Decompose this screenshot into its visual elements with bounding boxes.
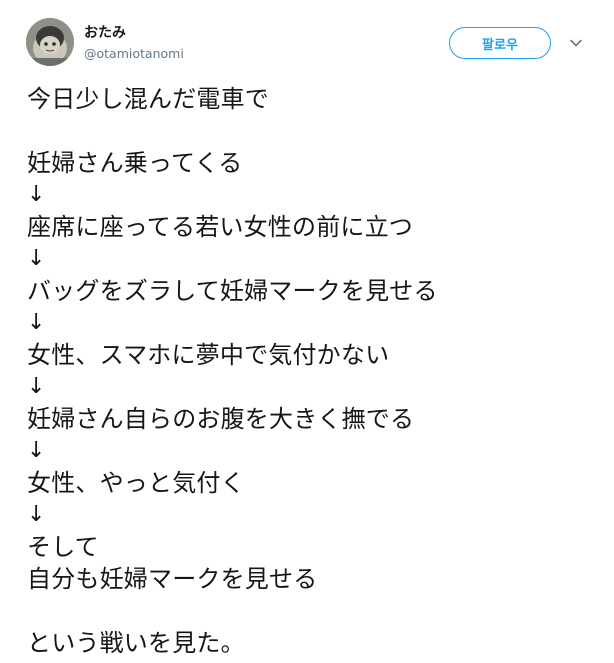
down-arrow-line: ↓ xyxy=(27,502,46,527)
tweet-line: 女性、やっと気付く xyxy=(27,469,245,497)
tweet-line: 女性、スマホに夢中で気付かない xyxy=(27,341,390,369)
username-handle[interactable]: @otamiotanomi xyxy=(84,46,184,62)
tweet-line: という戦いを見た。 xyxy=(27,629,245,657)
tweet-line: 妊婦さん自らのお腹を大きく撫でる xyxy=(27,405,415,433)
down-arrow-line: ↓ xyxy=(27,246,46,271)
tweet-line: そして xyxy=(27,533,99,561)
tweet-line: 自分も妊婦マークを見せる xyxy=(27,565,318,593)
tweet-line: 座席に座ってる若い女性の前に立つ xyxy=(27,213,413,241)
follow-button[interactable]: 팔로우 xyxy=(449,27,551,59)
down-arrow-line: ↓ xyxy=(27,310,46,335)
down-arrow-line: ↓ xyxy=(27,438,46,463)
avatar[interactable] xyxy=(26,18,74,66)
down-arrow-line: ↓ xyxy=(27,182,46,207)
down-arrow-line: ↓ xyxy=(27,374,46,399)
display-name[interactable]: おたみ xyxy=(84,24,126,42)
tweet-line: バッグをズラして妊婦マークを見せる xyxy=(27,277,438,305)
tweet-line: 今日少し混んだ電車で xyxy=(27,85,269,113)
chevron-down-icon[interactable] xyxy=(567,34,585,52)
avatar-image xyxy=(26,18,74,66)
tweet-line: 妊婦さん乗ってくる xyxy=(27,149,243,177)
tweet-text: 今日少し混んだ電車で 妊婦さん乗ってくる ↓ 座席に座ってる若い女性の前に立つ … xyxy=(27,83,597,659)
